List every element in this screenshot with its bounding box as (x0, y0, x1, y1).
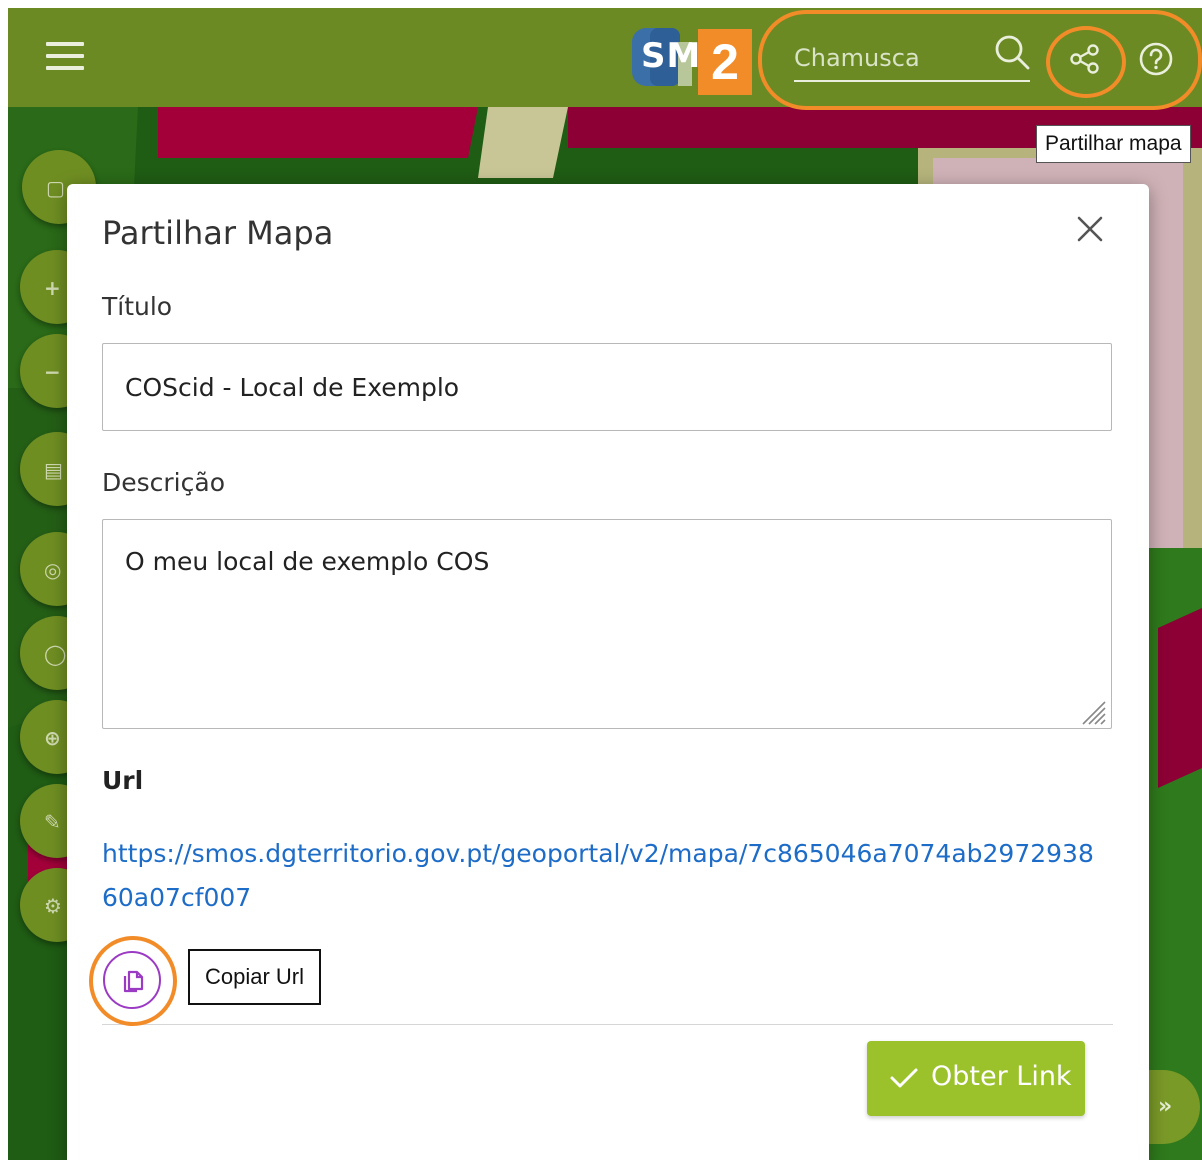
share-map-dialog: Partilhar Mapa Título Descrição O meu lo… (67, 184, 1149, 1160)
copy-url-button[interactable] (103, 951, 161, 1009)
search-icon[interactable] (992, 32, 1032, 72)
share-icon[interactable] (1068, 42, 1102, 76)
logo-text: SM (641, 36, 702, 76)
top-bar: SM 2 (8, 8, 1202, 107)
copy-url-tooltip: Copiar Url (188, 949, 322, 1005)
close-icon[interactable] (1073, 212, 1107, 246)
url-label: Url (102, 766, 144, 795)
search-underline (794, 80, 1030, 82)
help-icon[interactable] (1138, 41, 1174, 77)
get-link-button[interactable]: Obter Link (867, 1041, 1085, 1116)
dialog-title: Partilhar Mapa (102, 214, 334, 252)
description-textarea[interactable]: O meu local de exemplo COS (102, 519, 1112, 729)
menu-icon[interactable] (46, 42, 86, 72)
share-url-link[interactable]: https://smos.dgterritorio.gov.pt/geoport… (102, 832, 1102, 920)
share-tooltip: Partilhar mapa (1036, 125, 1191, 163)
check-icon (890, 1068, 918, 1088)
copy-icon (123, 970, 144, 993)
search-input[interactable] (794, 40, 984, 76)
double-chevron-right-icon: » (1158, 1094, 1173, 1119)
title-field-label: Título (102, 292, 173, 321)
get-link-label: Obter Link (931, 1061, 1072, 1092)
map-app: ▢ + − ▤ ◎ ◯ ⊕ ✎ ⚙ » SM 2 Chamusca Partil… (8, 8, 1202, 1160)
step-number-badge: 2 (698, 29, 752, 95)
title-input[interactable] (102, 343, 1112, 431)
description-field-label: Descrição (102, 468, 225, 497)
dialog-divider (102, 1024, 1113, 1025)
